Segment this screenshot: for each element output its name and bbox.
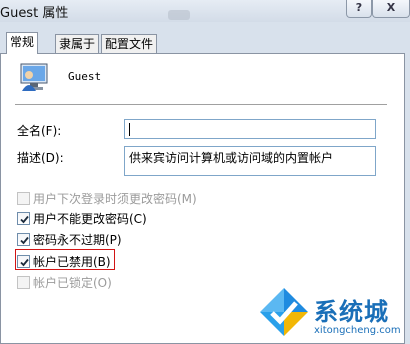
tab-profile[interactable]: 配置文件 [101,34,158,53]
checkbox-box[interactable] [17,212,30,225]
description-input[interactable]: 供来宾访问计算机或访问域的内置帐户 [124,146,376,176]
checkbox-box[interactable] [17,276,30,289]
checkbox-label: 用户下次登录时须更改密码(M) [33,192,197,206]
watermark-text: 系统城 [314,298,389,326]
separator [15,104,387,106]
watermark-url: xitongcheng.com [314,325,401,336]
blurred-title-fragment [168,10,190,20]
user-name: Guest [68,70,102,83]
checkbox-box[interactable] [17,255,30,268]
text-caret [129,123,130,136]
tab-strip: 常规 隶属于 配置文件 [0,32,410,54]
watermark-logo-icon [260,288,308,336]
help-button[interactable]: ? [346,0,372,18]
checkbox-account-disabled[interactable]: 帐户已禁用(B) [17,253,111,271]
title-bar: Guest 属性 ? X [0,0,410,22]
check-icon [20,215,29,224]
checkbox-account-locked[interactable]: 帐户已锁定(O) [17,274,112,292]
check-icon [20,258,29,267]
checkbox-label: 帐户已禁用(B) [33,255,111,269]
checkbox-label: 用户不能更改密码(C) [33,212,147,226]
user-icon [20,63,48,91]
description-label: 描述(D): [17,151,64,165]
tab-general[interactable]: 常规 [6,32,39,54]
checkbox-password-never-expires[interactable]: 密码永不过期(P) [17,231,122,249]
checkbox-box[interactable] [17,192,30,205]
checkbox-must-change-password[interactable]: 用户下次登录时须更改密码(M) [17,190,197,208]
check-icon [20,236,29,245]
close-button[interactable]: X [372,0,410,18]
checkbox-cannot-change-password[interactable]: 用户不能更改密码(C) [17,210,147,228]
full-name-input[interactable] [124,119,376,139]
tab-member-of[interactable]: 隶属于 [55,34,100,53]
checkbox-label: 密码永不过期(P) [33,233,122,247]
window-title: Guest 属性 [0,6,69,21]
checkbox-box[interactable] [17,233,30,246]
checkbox-label: 帐户已锁定(O) [33,276,112,290]
full-name-label: 全名(F): [17,124,62,138]
